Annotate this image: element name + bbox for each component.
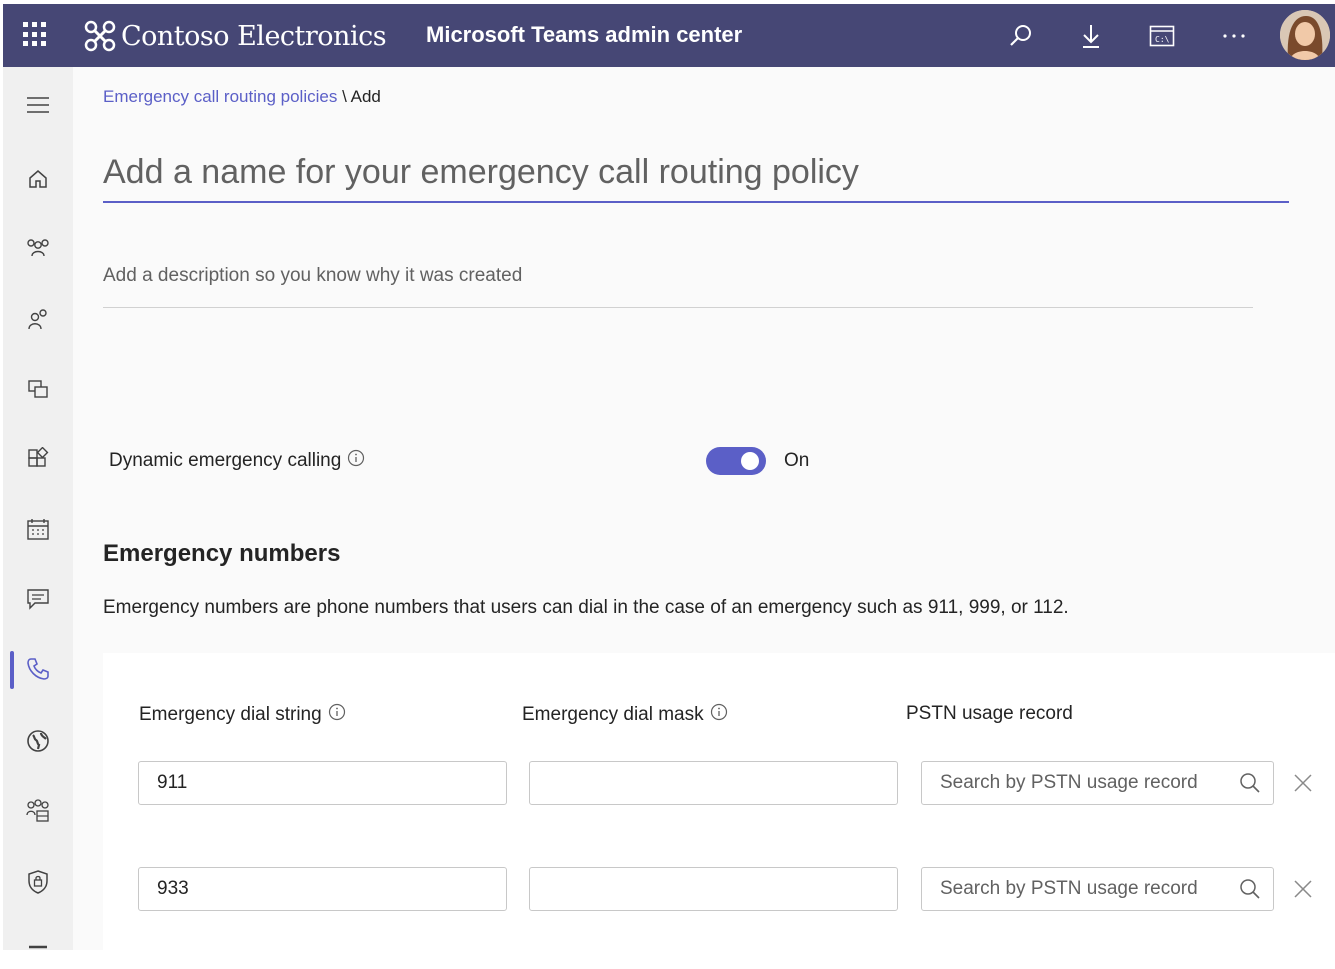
pstn-search-input[interactable]: Search by PSTN usage record [921, 867, 1274, 911]
pstn-header: PSTN usage record [906, 703, 1073, 725]
pstn-search-input[interactable]: Search by PSTN usage record [921, 761, 1274, 805]
dial-string-input[interactable]: 933 [138, 867, 507, 911]
close-icon [1294, 774, 1312, 792]
remove-row-button[interactable] [1291, 877, 1315, 901]
info-icon[interactable] [347, 449, 365, 473]
policy-name-input[interactable]: Add a name for your emergency call routi… [103, 147, 1289, 203]
emergency-numbers-card: Emergency dial string Emergency dial mas… [103, 653, 1335, 950]
left-nav [3, 67, 73, 950]
home-icon[interactable] [3, 159, 73, 199]
dial-string-input[interactable]: 911 [138, 761, 507, 805]
close-icon [1294, 880, 1312, 898]
info-icon[interactable] [328, 703, 346, 727]
menu-icon[interactable] [3, 85, 73, 125]
emergency-numbers-title: Emergency numbers [103, 540, 341, 567]
voice-icon[interactable] [3, 649, 73, 689]
svg-text:C:\: C:\ [1155, 35, 1170, 44]
dial-mask-input[interactable] [529, 761, 898, 805]
policy-packages-icon[interactable] [3, 791, 73, 831]
dynamic-emergency-calling-label: Dynamic emergency calling [109, 449, 365, 473]
pstn-search-placeholder: Search by PSTN usage record [940, 878, 1198, 899]
reports-icon[interactable] [3, 929, 73, 969]
policy-name-placeholder: Add a name for your emergency call routi… [103, 153, 859, 191]
remove-row-button[interactable] [1291, 771, 1315, 795]
more-icon[interactable] [1216, 18, 1252, 54]
apps-icon[interactable] [3, 439, 73, 479]
teams-icon[interactable] [3, 228, 73, 268]
dial-mask-input[interactable] [529, 867, 898, 911]
emergency-numbers-description: Emergency numbers are phone numbers that… [103, 597, 1069, 618]
breadcrumb: Emergency call routing policies \ Add [103, 87, 381, 107]
info-icon[interactable] [710, 703, 728, 727]
app-launcher-icon[interactable] [23, 22, 49, 48]
brand[interactable]: Contoso Electronics [83, 16, 387, 56]
app-title: Microsoft Teams admin center [426, 22, 743, 47]
breadcrumb-separator: \ [342, 87, 347, 106]
locations-icon[interactable] [3, 721, 73, 761]
dial-string-header-text: Emergency dial string [139, 704, 322, 725]
search-icon[interactable] [1239, 772, 1261, 799]
toggle-knob [741, 452, 759, 470]
breadcrumb-link[interactable]: Emergency call routing policies [103, 87, 337, 106]
policy-description-input[interactable]: Add a description so you know why it was… [103, 265, 1253, 308]
pstn-search-placeholder: Search by PSTN usage record [940, 772, 1198, 793]
dial-mask-header-text: Emergency dial mask [522, 704, 704, 725]
avatar[interactable] [1280, 10, 1330, 60]
contoso-logo-icon [84, 20, 116, 52]
pstn-header-text: PSTN usage record [906, 703, 1073, 724]
terminal-icon[interactable]: C:\ [1144, 18, 1180, 54]
download-icon[interactable] [1073, 18, 1109, 54]
main-content: Emergency call routing policies \ Add Ad… [73, 67, 1335, 950]
messaging-icon[interactable] [3, 579, 73, 619]
dial-mask-header: Emergency dial mask [522, 703, 728, 727]
users-icon[interactable] [3, 299, 73, 339]
breadcrumb-current: Add [350, 87, 381, 106]
devices-icon[interactable] [3, 369, 73, 409]
search-icon[interactable] [1003, 18, 1039, 54]
meetings-icon[interactable] [3, 509, 73, 549]
dial-string-header: Emergency dial string [139, 703, 346, 727]
toggle-state-label: On [784, 450, 810, 471]
dynamic-emergency-calling-text: Dynamic emergency calling [109, 450, 342, 471]
search-icon[interactable] [1239, 878, 1261, 905]
policy-description-placeholder: Add a description so you know why it was… [103, 265, 523, 286]
dynamic-emergency-calling-toggle[interactable] [706, 447, 766, 475]
top-bar: Contoso Electronics Microsoft Teams admi… [3, 4, 1335, 67]
brand-name: Contoso Electronics [121, 20, 387, 52]
enhanced-encryption-icon[interactable] [3, 862, 73, 902]
